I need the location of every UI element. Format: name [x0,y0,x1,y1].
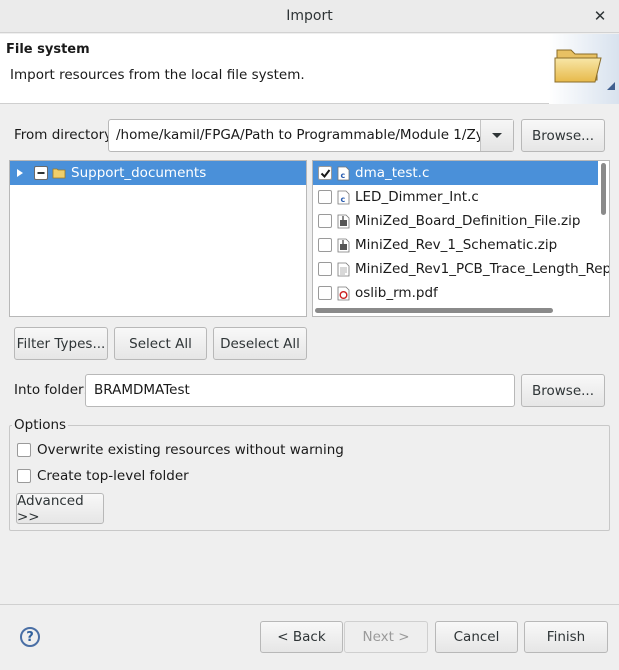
deselect-all-button[interactable]: Deselect All [213,327,307,360]
filter-types-button[interactable]: Filter Types... [14,327,108,360]
svg-text:c: c [341,195,346,204]
chevron-down-icon[interactable] [480,120,513,151]
next-button[interactable]: Next > [344,621,428,653]
file-name: MiniZed_Rev1_PCB_Trace_Length_Report [355,261,610,277]
from-directory-combo[interactable]: /home/kamil/FPGA/Path to Programmable/Mo… [108,119,514,152]
file-name: MiniZed_Board_Definition_File.zip [355,213,581,229]
file-checkbox[interactable] [318,166,332,180]
help-icon[interactable]: ? [20,627,40,647]
wizard-banner: File system Import resources from the lo… [0,34,619,104]
c-file-icon: c [337,190,350,204]
overwrite-option[interactable]: Overwrite existing resources without war… [17,442,344,458]
back-button[interactable]: < Back [260,621,343,653]
toplevel-option[interactable]: Create top-level folder [17,468,189,484]
footer-divider [0,604,619,605]
folder-tree[interactable]: Support_documents [9,160,307,317]
from-directory-label: From directory: [14,127,116,143]
window-title: Import [286,8,333,24]
select-all-button[interactable]: Select All [114,327,207,360]
finish-button[interactable]: Finish [524,621,608,653]
horizontal-scrollbar[interactable] [315,308,553,313]
vertical-scrollbar[interactable] [601,163,606,215]
folder-icon [52,168,66,179]
file-checkbox[interactable] [318,286,332,300]
file-name: MiniZed_Rev_1_Schematic.zip [355,237,558,253]
tree-item-support-documents[interactable]: Support_documents [10,161,306,185]
tree-item-label: Support_documents [71,165,207,181]
file-checkbox[interactable] [318,190,332,204]
tree-item-checkbox[interactable] [34,166,48,180]
zip-file-icon [337,214,350,228]
list-item[interactable]: c LED_Dimmer_Int.c [313,185,598,209]
zip-file-icon [337,238,350,252]
title-bar: Import ✕ [0,0,619,33]
cancel-button[interactable]: Cancel [435,621,518,653]
file-name: LED_Dimmer_Int.c [355,189,479,205]
into-folder-label: Into folder: [14,382,88,398]
overwrite-label[interactable]: Overwrite existing resources without war… [37,442,344,458]
file-list[interactable]: c dma_test.c c LED_Dimmer_Int.c MiniZed_… [312,160,610,317]
toplevel-label[interactable]: Create top-level folder [37,468,189,484]
file-checkbox[interactable] [318,238,332,252]
list-item[interactable]: MiniZed_Rev_1_Schematic.zip [313,233,598,257]
page-heading: File system [6,42,90,57]
list-item[interactable]: c dma_test.c [313,161,598,185]
file-name: dma_test.c [355,165,430,181]
page-description: Import resources from the local file sys… [10,67,305,83]
into-folder-field[interactable]: BRAMDMATest [85,374,515,407]
folder-icon [549,34,619,104]
c-file-icon: c [337,166,350,180]
advanced-button[interactable]: Advanced >> [16,493,104,525]
svg-text:c: c [341,171,346,180]
list-item[interactable]: oslib_rm.pdf [313,281,598,305]
source-browse-button[interactable]: Browse... [521,119,605,152]
pdf-file-icon [337,286,350,300]
file-name: oslib_rm.pdf [355,285,438,301]
from-directory-value[interactable]: /home/kamil/FPGA/Path to Programmable/Mo… [109,120,480,151]
options-legend: Options [12,417,69,433]
list-item[interactable]: MiniZed_Board_Definition_File.zip [313,209,598,233]
target-browse-button[interactable]: Browse... [521,374,605,407]
overwrite-checkbox[interactable] [17,443,31,457]
close-icon[interactable]: ✕ [591,7,609,25]
text-file-icon [337,262,350,276]
file-checkbox[interactable] [318,214,332,228]
toplevel-checkbox[interactable] [17,469,31,483]
file-checkbox[interactable] [318,262,332,276]
chevron-right-icon[interactable] [16,168,24,178]
list-item[interactable]: MiniZed_Rev1_PCB_Trace_Length_Report [313,257,609,281]
